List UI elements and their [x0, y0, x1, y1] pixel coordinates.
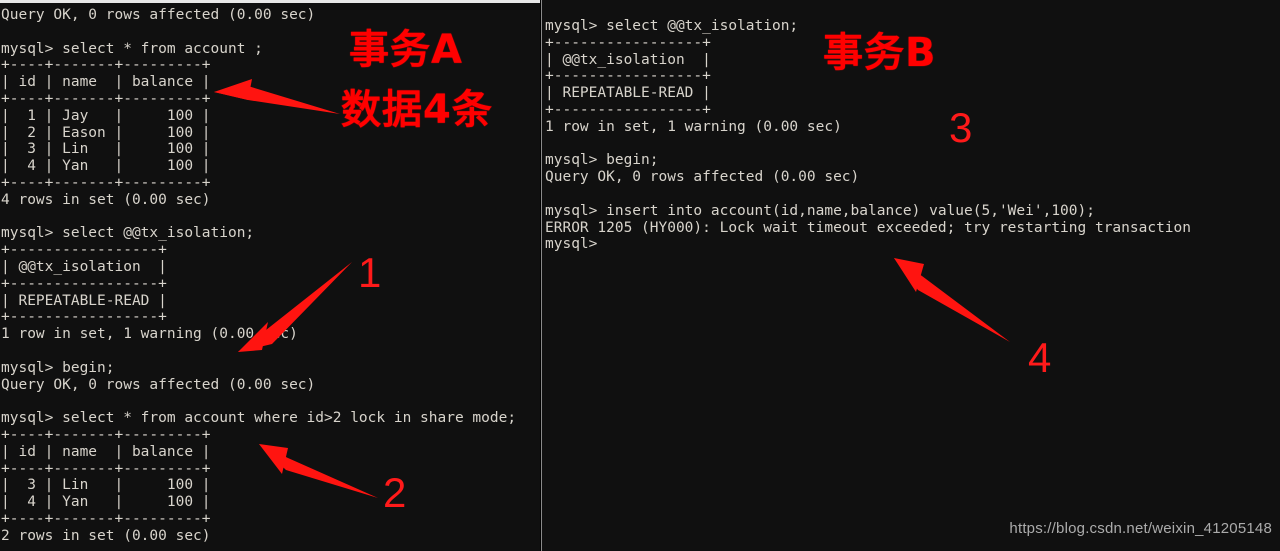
screenshot-root: Query OK, 0 rows affected (0.00 sec) mysq… — [0, 0, 1280, 551]
arrow-step-1 — [238, 262, 352, 352]
watermark-url: https://blog.csdn.net/weixin_41205148 — [1009, 520, 1272, 537]
arrow-step-4 — [894, 258, 1010, 342]
arrow-to-account-table — [214, 79, 340, 114]
annotation-arrows — [214, 79, 1010, 498]
arrow-step-2 — [259, 444, 378, 498]
